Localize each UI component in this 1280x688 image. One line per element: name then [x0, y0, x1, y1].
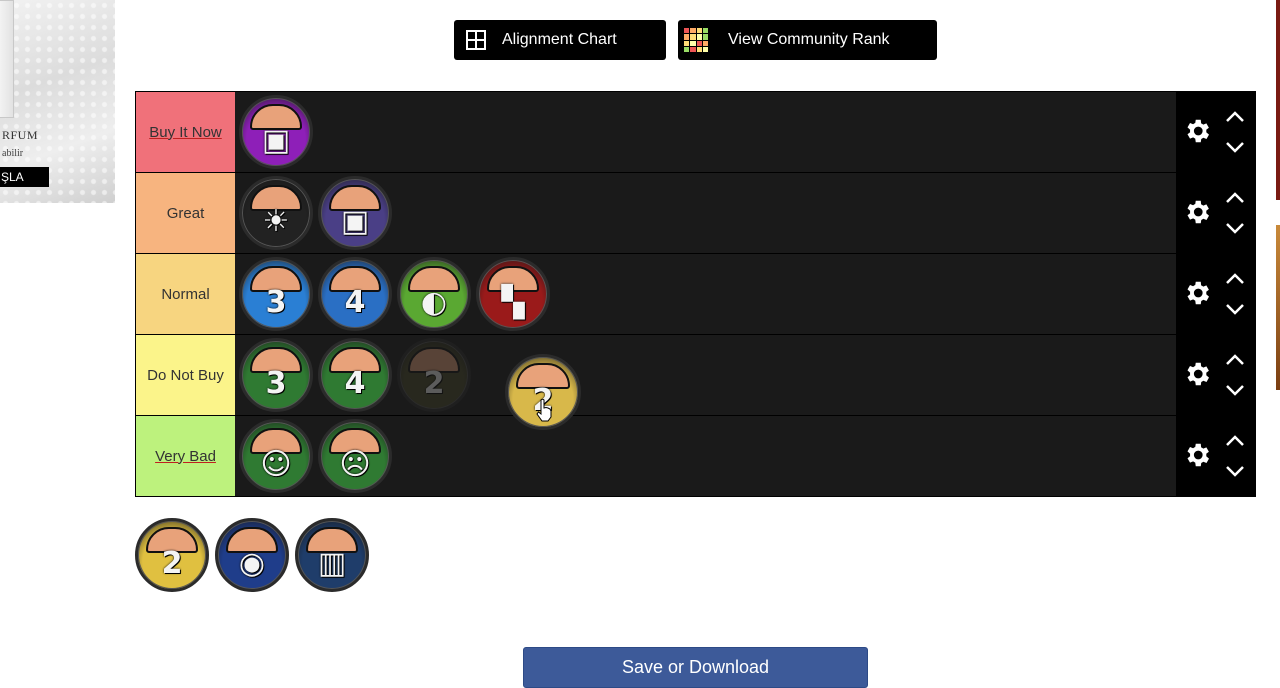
ad-bottle-image	[0, 0, 14, 118]
ad-subtext: abilir	[2, 148, 24, 159]
bloodline-3-badge[interactable]: 3	[239, 257, 313, 331]
haor-badge[interactable]: ▚	[476, 257, 550, 331]
tier-row: Normal 3 4 ◐ ▚	[136, 254, 1257, 334]
badge-art: ▥	[317, 546, 347, 581]
gear-icon[interactable]	[1182, 359, 1212, 389]
ad-brand-text: RFUM	[2, 128, 39, 142]
element-3-badge[interactable]: 3	[239, 338, 313, 412]
tier-row: Very Bad ☺ ☹	[136, 416, 1257, 496]
right-ad-edge-2	[1276, 225, 1280, 390]
badge-art: ☹	[339, 447, 371, 482]
view-community-rank-button[interactable]: View Community Rank	[678, 20, 937, 60]
tier-row: Do Not Buy 3 4 2	[136, 335, 1257, 415]
tier-table: Buy It Now ▣ Great ☀ ▣ Normal 3 4 ◐ ▚ Do Not Buy 3 4…	[135, 91, 1256, 497]
bellcoin-badge[interactable]: ◉	[215, 518, 289, 592]
badge-art: ☀	[262, 204, 290, 239]
badge-art: 2	[161, 546, 183, 581]
dawn-badge[interactable]: ☀	[239, 176, 313, 250]
unranked-pool: 2 ◉ ▥	[135, 518, 375, 598]
grid-icon	[466, 30, 486, 50]
spins-badge[interactable]: ▣	[318, 176, 392, 250]
badge-art: ▚	[501, 285, 525, 320]
emotes-happy-badge[interactable]: ☺	[239, 419, 313, 493]
alignment-chart-label: Alignment Chart	[502, 31, 617, 48]
tier-items-area[interactable]: ☺ ☹	[235, 416, 1176, 496]
tier-controls	[1176, 254, 1256, 334]
badge-art: ◐	[420, 285, 448, 320]
save-or-download-button[interactable]: Save or Download	[523, 647, 868, 688]
chevron-down-icon[interactable]	[1224, 140, 1246, 154]
badge-art: 3	[265, 285, 287, 320]
gear-icon[interactable]	[1182, 278, 1212, 308]
bloodline-badge[interactable]: ▣	[239, 95, 313, 169]
perfume-ad[interactable]: RFUM abilir ŞLA	[0, 0, 115, 203]
badge-art: ▣	[261, 123, 291, 158]
server-badge[interactable]: ▥	[295, 518, 369, 592]
emotes-sick-badge[interactable]: ☹	[318, 419, 392, 493]
gear-icon[interactable]	[1182, 440, 1212, 470]
tier-controls	[1176, 92, 1256, 172]
tier-items-area[interactable]: 3 4 2	[235, 335, 1176, 415]
chevron-down-icon[interactable]	[1224, 221, 1246, 235]
chevron-up-icon[interactable]	[1224, 191, 1246, 205]
chevron-up-icon[interactable]	[1224, 353, 1246, 367]
tier-items-area[interactable]: ▣	[235, 92, 1176, 172]
badge-art: 4	[344, 366, 366, 401]
tier-list-page: RFUM abilir ŞLA Alignment Chart View Com…	[0, 0, 1280, 688]
tier-label[interactable]: Buy It Now	[136, 92, 235, 172]
tier-row: Buy It Now ▣	[136, 92, 1257, 172]
tier-controls	[1176, 416, 1256, 496]
bloodline-2-badge[interactable]: 2	[135, 518, 209, 592]
tier-label[interactable]: Do Not Buy	[136, 335, 235, 415]
gear-icon[interactable]	[1182, 197, 1212, 227]
gear-icon[interactable]	[1182, 116, 1212, 146]
element-2-ghost-badge[interactable]: 2	[397, 338, 471, 412]
chevron-up-icon[interactable]	[1224, 272, 1246, 286]
badge-art: ◉	[238, 546, 266, 581]
view-community-rank-label: View Community Rank	[728, 31, 890, 48]
tier-label[interactable]: Great	[136, 173, 235, 253]
tier-controls	[1176, 173, 1256, 253]
badge-art: ▣	[340, 204, 370, 239]
tier-controls	[1176, 335, 1256, 415]
tier-label[interactable]: Very Bad	[136, 416, 235, 496]
chevron-up-icon[interactable]	[1224, 110, 1246, 124]
element-4-badge[interactable]: 4	[318, 338, 392, 412]
chevron-down-icon[interactable]	[1224, 383, 1246, 397]
hand-cursor-icon	[536, 398, 552, 422]
tier-label[interactable]: Normal	[136, 254, 235, 334]
chevron-down-icon[interactable]	[1224, 464, 1246, 478]
tier-row: Great ☀ ▣	[136, 173, 1257, 253]
chevron-up-icon[interactable]	[1224, 434, 1246, 448]
badge-art: ☺	[260, 447, 292, 482]
alignment-chart-button[interactable]: Alignment Chart	[454, 20, 666, 60]
badge-art: 3	[265, 366, 287, 401]
badge-art: 4	[344, 285, 366, 320]
customs-badge[interactable]: ◐	[397, 257, 471, 331]
color-grid-icon	[684, 28, 708, 52]
chevron-down-icon[interactable]	[1224, 302, 1246, 316]
right-ad-edge	[1276, 0, 1280, 200]
bloodline-4-badge[interactable]: 4	[318, 257, 392, 331]
ad-cta-button[interactable]: ŞLA	[0, 167, 49, 187]
tier-items-area[interactable]: ☀ ▣	[235, 173, 1176, 253]
tier-items-area[interactable]: 3 4 ◐ ▚	[235, 254, 1176, 334]
badge-art: 2	[423, 366, 445, 401]
